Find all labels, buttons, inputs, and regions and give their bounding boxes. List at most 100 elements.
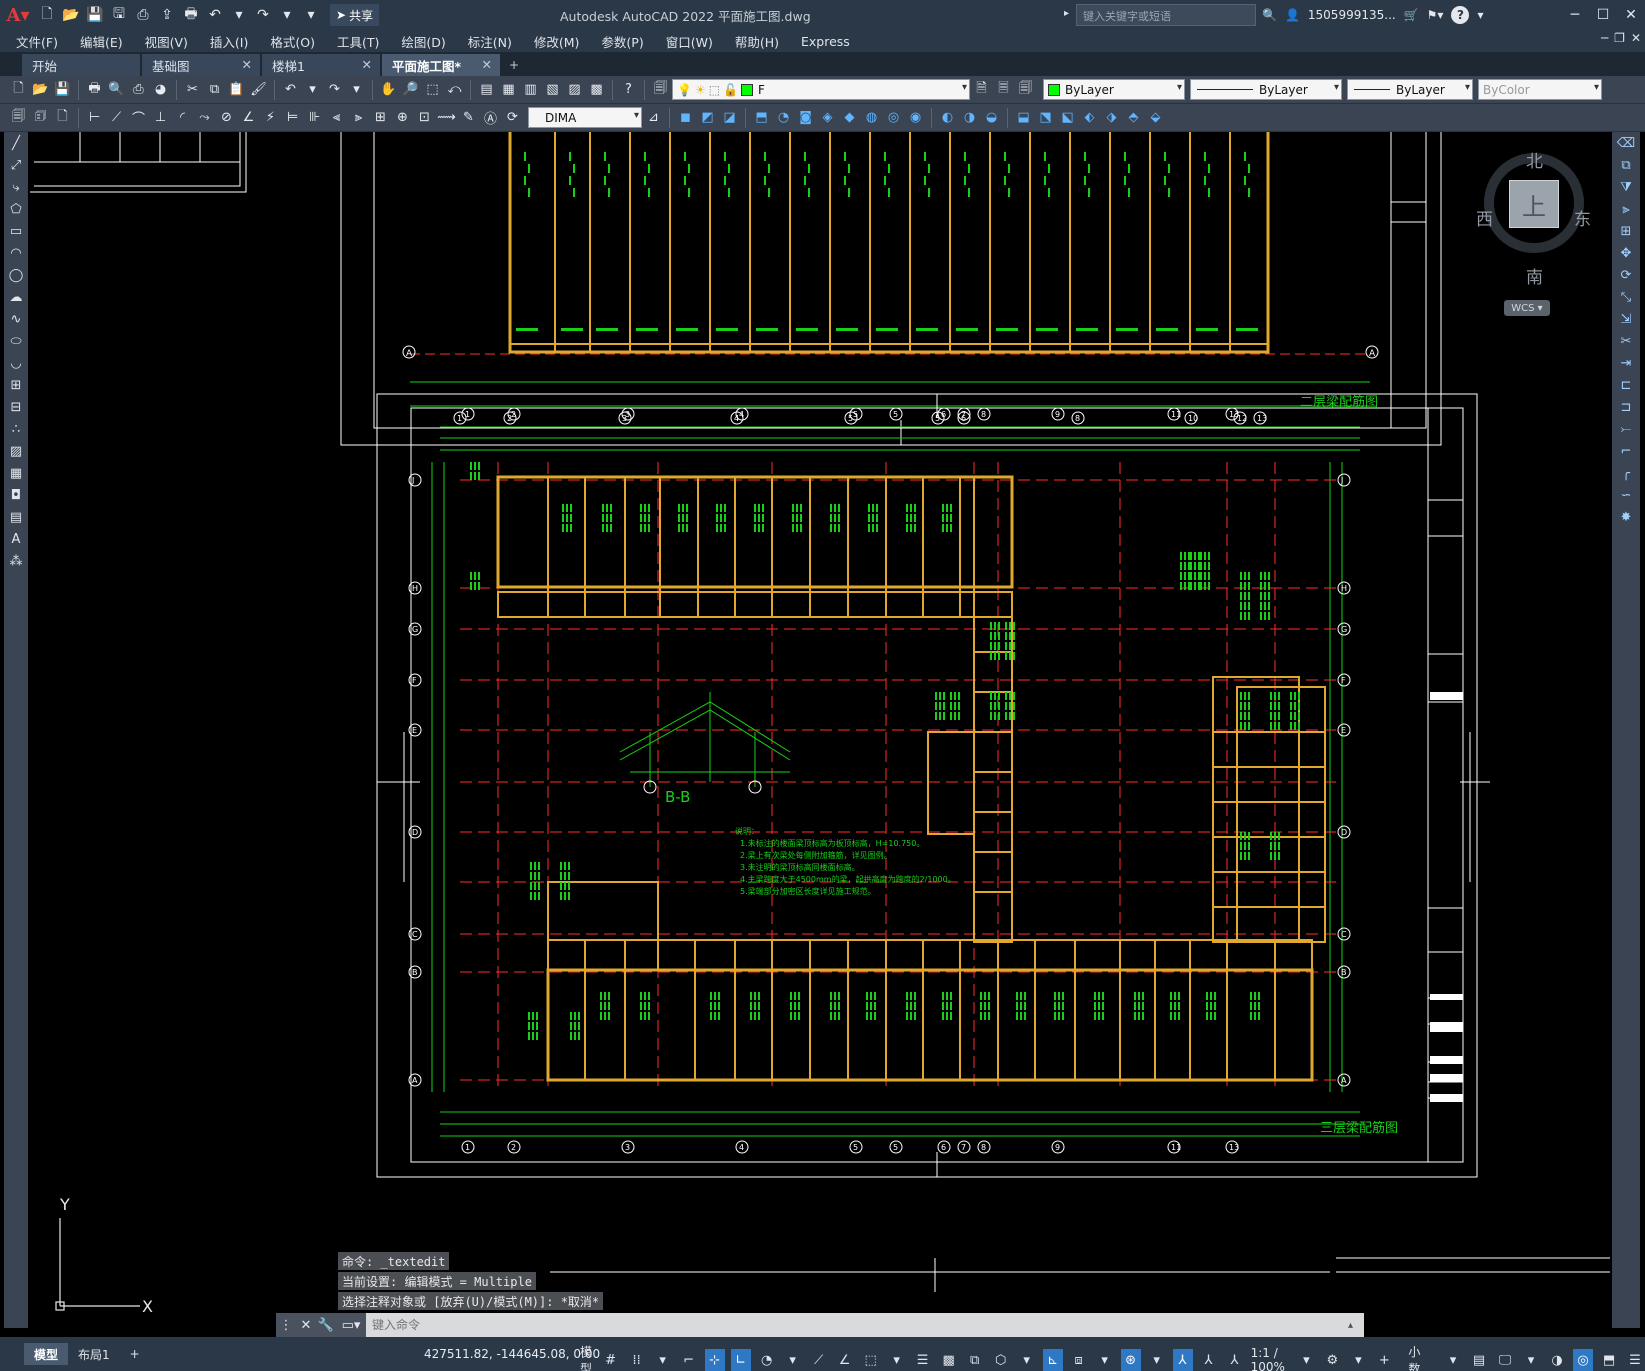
polar-icon[interactable]: ◔: [757, 1349, 777, 1371]
arc-length-icon[interactable]: ⌒: [128, 107, 149, 128]
quick-properties-icon[interactable]: ▤: [1469, 1349, 1489, 1371]
construction-line-icon[interactable]: ⤢: [4, 154, 28, 176]
redo-icon[interactable]: ↷: [252, 4, 274, 26]
convert-icon[interactable]: ⬙: [1145, 107, 1166, 128]
publish-icon[interactable]: ⎙: [128, 79, 149, 100]
object-snap-tracking-icon[interactable]: ∠: [835, 1349, 855, 1371]
tab-close-icon[interactable]: ✕: [362, 57, 372, 72]
help-dropdown-icon[interactable]: ▾: [1477, 8, 1483, 22]
save-as-icon[interactable]: 🖫: [108, 4, 130, 26]
snap-icon[interactable]: ⁞⁞: [627, 1349, 647, 1371]
menu-format[interactable]: 格式(O): [270, 32, 315, 51]
aligned-dim-icon[interactable]: ⟋: [106, 107, 127, 128]
dimstyle-dropdown[interactable]: DIMA ▾: [528, 107, 642, 128]
dim-break-icon[interactable]: ⫸: [348, 107, 369, 128]
menu-modify[interactable]: 修改(M): [534, 32, 580, 51]
annotation-monitor-icon[interactable]: +: [1374, 1349, 1394, 1371]
scale-dropdown-icon[interactable]: ▾: [1296, 1349, 1316, 1371]
color-dropdown[interactable]: ByLayer ▾: [1043, 79, 1185, 100]
exchange-icon[interactable]: ⚑▾: [1427, 8, 1444, 22]
properties-icon[interactable]: ▤: [476, 79, 497, 100]
help-icon[interactable]: ?: [1451, 6, 1470, 24]
compass-north[interactable]: 北: [1526, 147, 1543, 172]
save-web-icon[interactable]: ⇪: [156, 4, 178, 26]
annotation-visibility-icon[interactable]: ⅄: [1172, 1349, 1193, 1371]
view-cube[interactable]: 上 北 南 东 西 WCS ▾: [1476, 145, 1591, 316]
tab-foundation[interactable]: 基础图 ✕: [142, 54, 260, 76]
tab-floor-plan[interactable]: 平面施工图* ✕: [382, 54, 500, 76]
stretch-icon[interactable]: ⇲: [1612, 308, 1640, 330]
tab-stair[interactable]: 楼梯1 ✕: [262, 54, 380, 76]
inspection-icon[interactable]: ⊡: [414, 107, 435, 128]
layer-isolate-icon[interactable]: 🗋: [52, 107, 73, 128]
presspull-icon[interactable]: ◆: [839, 107, 860, 128]
gradient-icon[interactable]: ▦: [4, 462, 28, 484]
markup-icon[interactable]: ▨: [564, 79, 585, 100]
selection-cycling-icon[interactable]: ⧉: [965, 1349, 985, 1371]
zoom-realtime-icon[interactable]: 🔎: [400, 79, 421, 100]
lock-ui-dropdown-icon[interactable]: ▾: [1521, 1349, 1541, 1371]
help-search-input[interactable]: 键入关键字或短语: [1076, 4, 1256, 26]
3d-osnap-icon[interactable]: ⬡: [991, 1349, 1011, 1371]
explode-icon[interactable]: ✸: [1612, 506, 1640, 528]
cart-icon[interactable]: 🛒: [1404, 8, 1419, 22]
customize-command-icon[interactable]: 🔧: [316, 1313, 336, 1337]
menu-edit[interactable]: 编辑(E): [80, 32, 123, 51]
menu-tools[interactable]: 工具(T): [337, 32, 379, 51]
zoom-previous-icon[interactable]: ⤺: [444, 79, 465, 100]
3d-osnap-dropdown-icon[interactable]: ▾: [1017, 1349, 1037, 1371]
workspace-dropdown-icon[interactable]: ▾: [1348, 1349, 1368, 1371]
fillet-icon[interactable]: ╭: [1612, 462, 1640, 484]
tab-layout1[interactable]: 布局1: [68, 1343, 120, 1365]
interfere-icon[interactable]: ◒: [981, 107, 1002, 128]
table-icon[interactable]: ▤: [4, 506, 28, 528]
scale-icon[interactable]: ⤡: [1612, 286, 1640, 308]
extrude-icon[interactable]: ⬒: [751, 107, 772, 128]
doc-minimize-icon[interactable]: ─: [1601, 31, 1608, 45]
match-properties-icon[interactable]: 🖌: [248, 79, 269, 100]
multiline-text-icon[interactable]: A: [4, 528, 28, 550]
point-icon[interactable]: ∴: [4, 418, 28, 440]
loft-icon[interactable]: ◈: [817, 107, 838, 128]
open-web-icon[interactable]: ⎙: [132, 4, 154, 26]
spline-icon[interactable]: ∿: [4, 308, 28, 330]
layer-dropdown[interactable]: 💡 ☀ ⬚ 🔓 F ▾: [672, 79, 970, 100]
3d-move-icon[interactable]: ⬓: [1013, 107, 1034, 128]
dim-space-icon[interactable]: ⫷: [326, 107, 347, 128]
customize-qat-icon[interactable]: ▾: [300, 4, 322, 26]
radius-dim-icon[interactable]: ◜: [172, 107, 193, 128]
dynamic-input-icon[interactable]: ⊹: [704, 1349, 725, 1371]
workspace-icon[interactable]: ⚙: [1322, 1349, 1342, 1371]
user-icon[interactable]: 👤: [1285, 8, 1300, 22]
new-icon[interactable]: 🗋: [36, 4, 58, 26]
osnap-dropdown-icon[interactable]: ▾: [887, 1349, 907, 1371]
revision-cloud-icon[interactable]: ☁: [4, 286, 28, 308]
arc-icon[interactable]: ◠: [4, 242, 28, 264]
gizmo-icon[interactable]: ⊛: [1120, 1349, 1141, 1371]
3d-wedge-icon[interactable]: ◩: [697, 107, 718, 128]
design-center-icon[interactable]: ▦: [498, 79, 519, 100]
command-input[interactable]: [366, 1315, 1348, 1335]
subtract-icon[interactable]: ◎: [883, 107, 904, 128]
menu-help[interactable]: 帮助(H): [735, 32, 779, 51]
zoom-window-icon[interactable]: ⬚: [422, 79, 443, 100]
doc-restore-icon[interactable]: ❐: [1614, 31, 1625, 45]
layer-tool-icon[interactable]: 🗐: [8, 107, 29, 128]
undo-icon[interactable]: ↶: [280, 79, 301, 100]
circle-icon[interactable]: ◯: [4, 264, 28, 286]
center-mark-icon[interactable]: ⊕: [392, 107, 413, 128]
shell-icon[interactable]: ⬘: [1123, 107, 1144, 128]
3d-cone-icon[interactable]: ◪: [719, 107, 740, 128]
hardware-acceleration-icon[interactable]: ◎: [1573, 1349, 1593, 1371]
copy-object-icon[interactable]: ⧉: [1612, 154, 1640, 176]
layer-state-icon[interactable]: 🗐: [1015, 79, 1036, 100]
sheet-set-icon[interactable]: ▧: [542, 79, 563, 100]
layer-match-icon[interactable]: 🗊: [30, 107, 51, 128]
lineweight-icon[interactable]: ☰: [913, 1349, 933, 1371]
3d-dwf-icon[interactable]: ◕: [150, 79, 171, 100]
jogged-linear-icon[interactable]: ⟿: [436, 107, 457, 128]
diameter-dim-icon[interactable]: ⊘: [216, 107, 237, 128]
blend-icon[interactable]: ∽: [1612, 484, 1640, 506]
clean-screen-icon[interactable]: ⬒: [1599, 1349, 1619, 1371]
cut-icon[interactable]: ✂: [182, 79, 203, 100]
